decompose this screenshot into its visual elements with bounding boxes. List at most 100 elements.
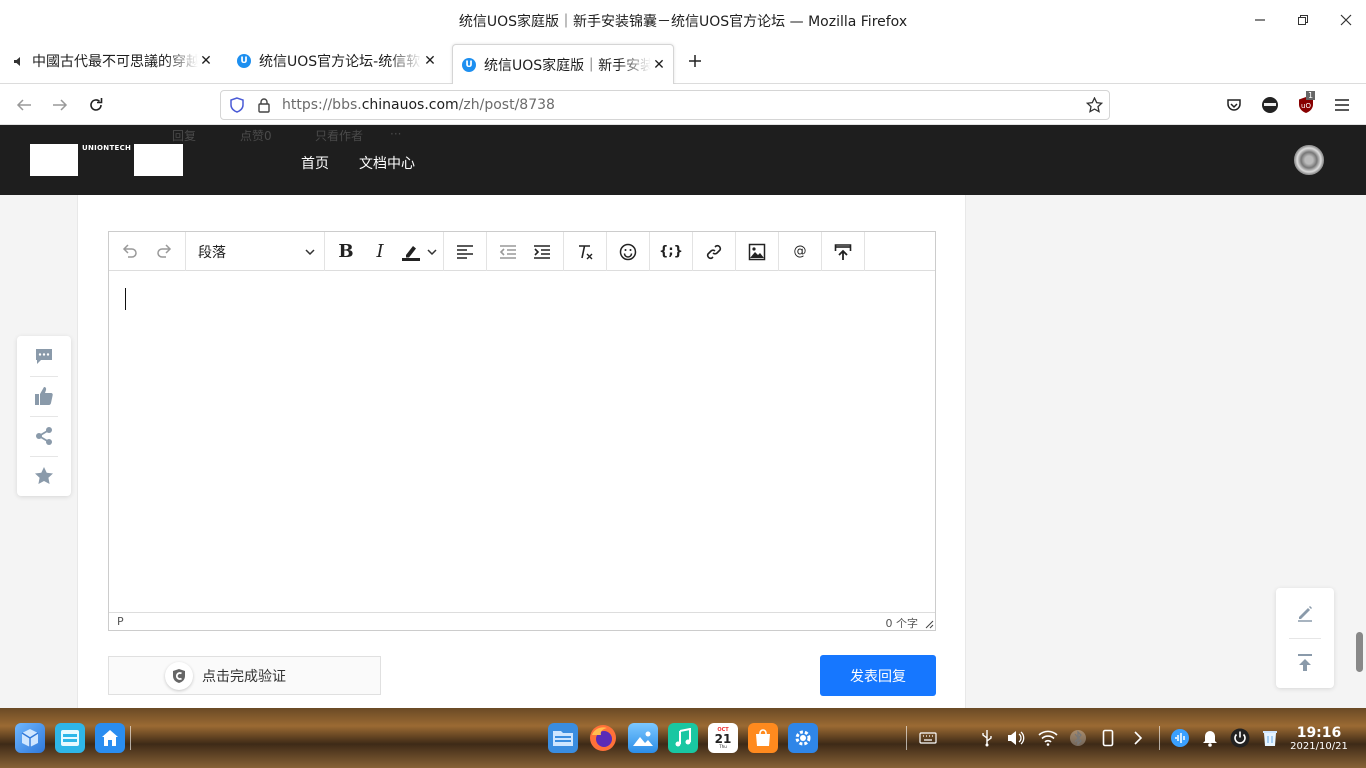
close-tab-icon[interactable]: ✕ xyxy=(422,53,438,69)
pocket-icon[interactable] xyxy=(1223,94,1245,116)
word-count: 0 个字 xyxy=(885,617,919,630)
firefox-icon[interactable] xyxy=(588,723,618,753)
reply-editor: 段落 B I {;} @ P 0 个字 xyxy=(108,231,936,631)
emoji-icon[interactable] xyxy=(611,237,645,267)
close-tab-icon[interactable]: ✕ xyxy=(198,53,214,69)
editor-toolbar: 段落 B I {;} @ xyxy=(109,232,935,271)
code-block-icon[interactable]: {;} xyxy=(654,237,688,267)
redo-icon[interactable] xyxy=(147,237,181,267)
url-prefix: https://bbs. xyxy=(282,97,362,113)
wifi-icon[interactable] xyxy=(1038,728,1058,748)
desktop-home-icon[interactable] xyxy=(95,723,125,753)
resize-handle-icon[interactable] xyxy=(925,620,934,629)
image-group xyxy=(736,232,779,271)
captcha-label: 点击完成验证 xyxy=(202,668,286,685)
highlight-icon[interactable] xyxy=(397,237,425,267)
hamburger-menu-icon[interactable] xyxy=(1331,94,1353,116)
uos-favicon-icon: U xyxy=(237,54,251,68)
floating-tools xyxy=(1276,588,1334,688)
share-button[interactable] xyxy=(17,416,71,456)
write-button[interactable] xyxy=(1276,588,1334,638)
url-bar[interactable]: https://bbs.chinauos.com/zh/post/8738 xyxy=(220,90,1110,120)
multitask-view-icon[interactable] xyxy=(55,723,85,753)
calendar-icon[interactable]: OCT 21 Thu xyxy=(708,723,738,753)
image-viewer-icon[interactable] xyxy=(628,723,658,753)
url-domain: chinauos.com xyxy=(361,97,459,113)
link-icon[interactable] xyxy=(697,237,731,267)
tracking-shield-icon[interactable] xyxy=(229,97,245,113)
app-store-icon[interactable] xyxy=(748,723,778,753)
clock[interactable]: 19:16 2021/10/21 xyxy=(1288,726,1350,753)
undo-icon[interactable] xyxy=(113,237,147,267)
new-tab-button[interactable] xyxy=(684,43,706,79)
outdent-icon[interactable] xyxy=(491,237,525,267)
block-format-select[interactable]: 段落 xyxy=(190,237,320,267)
highlight-dropdown-chevron-icon[interactable] xyxy=(425,237,439,267)
clock-date: 2021/10/21 xyxy=(1290,741,1348,752)
close-window-button[interactable] xyxy=(1336,10,1356,30)
indent-icon[interactable] xyxy=(525,237,559,267)
control-center-icon[interactable] xyxy=(788,723,818,753)
tab-2-active[interactable]: U 统信UOS家庭版｜新手安装锦囊 ✕ xyxy=(452,44,674,84)
emoji-group xyxy=(607,232,650,271)
file-manager-icon[interactable] xyxy=(548,723,578,753)
maximize-button[interactable] xyxy=(1293,10,1313,30)
account-avatar-icon[interactable] xyxy=(1259,94,1281,116)
reload-icon[interactable] xyxy=(85,94,107,116)
bookmark-star-icon[interactable] xyxy=(1086,97,1103,113)
comment-button[interactable] xyxy=(17,336,71,376)
image-icon[interactable] xyxy=(740,237,774,267)
launcher-icon[interactable] xyxy=(15,723,45,753)
clear-format-group xyxy=(564,232,607,271)
tab-0[interactable]: 中國古代最不可思議的穿越 ✕ xyxy=(4,43,220,79)
keyboard-icon[interactable] xyxy=(918,728,938,748)
user-avatar[interactable] xyxy=(1294,145,1324,175)
notification-bell-icon[interactable] xyxy=(1200,728,1220,748)
svg-text:uO: uO xyxy=(1301,102,1311,110)
minimize-button[interactable] xyxy=(1250,10,1270,30)
back-to-top-button[interactable] xyxy=(1276,638,1334,688)
volume-icon[interactable] xyxy=(1006,728,1026,748)
align-left-icon[interactable] xyxy=(448,237,482,267)
like-button[interactable] xyxy=(17,376,71,416)
upload-icon[interactable] xyxy=(826,237,860,267)
mention-icon[interactable]: @ xyxy=(783,237,817,267)
submit-reply-button[interactable]: 发表回复 xyxy=(820,655,936,696)
uniontech-logo[interactable]: UNIONTECH xyxy=(30,144,183,176)
usb-icon[interactable] xyxy=(977,728,997,748)
calendar-weekday: Thu xyxy=(719,743,727,749)
phone-icon[interactable] xyxy=(1098,728,1118,748)
mention-group: @ xyxy=(779,232,822,271)
tab-bar: 中國古代最不可思議的穿越 ✕ U 统信UOS官方论坛-统信软件 ✕ U 统信UO… xyxy=(0,40,1366,84)
bold-icon[interactable]: B xyxy=(329,237,363,267)
close-tab-icon[interactable]: ✕ xyxy=(651,57,667,73)
nav-docs[interactable]: 文档中心 xyxy=(359,153,415,173)
link-group xyxy=(693,232,736,271)
site-header: 回复 点赞0 只看作者 ··· UNIONTECH 首页 文档中心 xyxy=(0,125,1366,195)
italic-icon[interactable]: I xyxy=(363,237,397,267)
tab-label: 统信UOS官方论坛-统信软件 xyxy=(259,54,422,70)
upload-group xyxy=(822,232,865,271)
window-titlebar: 统信UOS家庭版｜新手安装锦囊－统信UOS官方论坛 — Mozilla Fire… xyxy=(0,0,1366,40)
lock-icon[interactable] xyxy=(257,97,271,113)
back-arrow-icon[interactable] xyxy=(13,94,35,116)
forward-arrow-icon[interactable] xyxy=(49,94,71,116)
power-icon[interactable] xyxy=(1230,728,1250,748)
nav-home[interactable]: 首页 xyxy=(301,153,329,173)
page-scrollbar[interactable] xyxy=(1356,632,1363,672)
favorite-button[interactable] xyxy=(17,456,71,496)
editor-content-area[interactable] xyxy=(109,272,935,613)
speaker-icon xyxy=(13,56,24,67)
uos-favicon-icon: U xyxy=(462,57,476,72)
url-text[interactable]: https://bbs.chinauos.com/zh/post/8738 xyxy=(282,97,555,113)
chevron-right-icon[interactable] xyxy=(1128,728,1148,748)
captcha-button[interactable]: 点击完成验证 xyxy=(108,656,381,695)
music-icon[interactable] xyxy=(668,723,698,753)
tab-1[interactable]: U 统信UOS官方论坛-统信软件 ✕ xyxy=(228,43,444,79)
bluetooth-icon[interactable] xyxy=(1068,728,1088,748)
element-path[interactable]: P xyxy=(117,615,124,628)
ublock-icon[interactable]: uO 1 xyxy=(1295,91,1317,116)
assistant-icon[interactable] xyxy=(1170,728,1190,748)
clear-formatting-icon[interactable] xyxy=(568,237,602,267)
trash-icon[interactable] xyxy=(1260,728,1280,748)
